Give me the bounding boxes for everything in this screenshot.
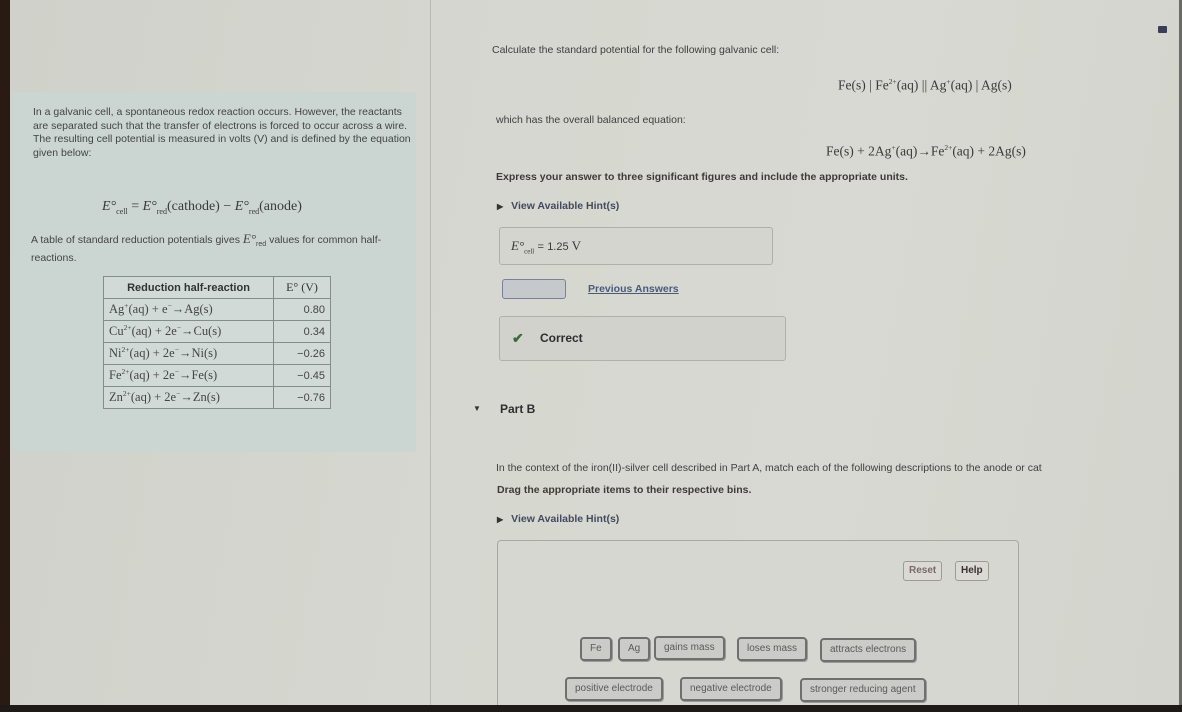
intro-panel: In a galvanic cell, a spontaneous redox … (12, 92, 416, 452)
help-button[interactable]: Help (955, 561, 989, 581)
part-b-title[interactable]: Part B (500, 402, 535, 416)
drag-item-negative-electrode[interactable]: negative electrode (680, 677, 782, 701)
header-half-reaction: Reduction half-reaction (103, 276, 274, 299)
cell-potential-formula: E°cell = E°red(cathode) − E°red(anode) (102, 199, 302, 216)
drag-item-loses-mass[interactable]: loses mass (737, 637, 808, 661)
table-row: Zn2+(aq) + 2e−→Zn(s) −0.76 (103, 386, 331, 409)
screen-bezel-left (0, 0, 10, 712)
table-row: Ni2+(aq) + 2e−→Ni(s) −0.26 (103, 342, 331, 365)
part-a-prompt: Calculate the standard potential for the… (492, 44, 780, 56)
potential-value: 0.34 (273, 320, 331, 343)
part-a-hint-link[interactable]: ▶ View Available Hint(s) (497, 200, 619, 212)
reduction-potentials-table: Reduction half-reaction E° (V) Ag+(aq) +… (103, 276, 331, 409)
half-reaction: Ag+(aq) + e−→Ag(s) (103, 298, 274, 321)
balanced-equation: Fe(s) + 2Ag+(aq)→Fe2+(aq) + 2Ag(s) (826, 143, 1026, 159)
header-potential: E° (V) (273, 276, 331, 299)
caret-right-icon: ▶ (497, 515, 504, 524)
feedback-correct: ✔ Correct (499, 316, 786, 361)
table-row: Fe2+(aq) + 2e−→Fe(s) −0.45 (103, 364, 331, 387)
potential-value: −0.45 (273, 364, 331, 387)
collapse-caret-icon[interactable]: ▼ (473, 404, 481, 413)
answer-value: 1.25 (547, 241, 569, 253)
intro-paragraph: In a galvanic cell, a spontaneous redox … (33, 106, 411, 159)
part-b-prompt: In the context of the iron(II)-silver ce… (496, 462, 1042, 474)
screen-bezel-bottom (0, 705, 1182, 712)
cell-notation: Fe(s) | Fe2+(aq) || Ag+(aq) | Ag(s) (838, 77, 1012, 93)
checkmark-icon: ✔ (512, 330, 524, 346)
table-row: Ag+(aq) + e−→Ag(s) 0.80 (103, 298, 331, 321)
submit-button[interactable]: Submit (502, 279, 566, 299)
drag-item-ag[interactable]: Ag (618, 637, 651, 661)
potential-value: −0.76 (273, 386, 331, 409)
answer-instruction: Express your answer to three significant… (496, 171, 908, 183)
potential-value: −0.26 (273, 342, 331, 365)
half-reaction: Cu2+(aq) + 2e−→Cu(s) (103, 320, 274, 343)
half-reaction: Ni2+(aq) + 2e−→Ni(s) (103, 342, 274, 365)
answer-unit: V (571, 238, 582, 253)
half-reaction: Fe2+(aq) + 2e−→Fe(s) (103, 364, 274, 387)
column-divider (430, 0, 431, 705)
caret-right-icon: ▶ (497, 202, 504, 211)
table-intro-text: A table of standard reduction potentials… (31, 231, 382, 264)
previous-answers-link[interactable]: Previous Answers (588, 283, 679, 295)
half-reaction: Zn2+(aq) + 2e−→Zn(s) (103, 386, 274, 409)
drag-item-fe[interactable]: Fe (580, 637, 612, 661)
window-control-icon[interactable] (1158, 26, 1167, 33)
answer-display: E°cell = 1.25 V (499, 227, 773, 265)
potential-value: 0.80 (273, 298, 331, 321)
feedback-label: Correct (540, 331, 583, 345)
drag-item-positive-electrode[interactable]: positive electrode (565, 677, 663, 701)
drag-item-attracts-electrons[interactable]: attracts electrons (820, 638, 917, 662)
table-header-row: Reduction half-reaction E° (V) (103, 276, 331, 299)
part-b-hint-link[interactable]: ▶ View Available Hint(s) (497, 513, 619, 525)
reset-button[interactable]: Reset (903, 561, 943, 581)
drag-item-stronger-reducing-agent[interactable]: stronger reducing agent (800, 678, 926, 702)
table-row: Cu2+(aq) + 2e−→Cu(s) 0.34 (103, 320, 331, 343)
balanced-equation-intro: which has the overall balanced equation: (496, 114, 686, 126)
drag-item-gains-mass[interactable]: gains mass (654, 636, 725, 660)
drag-instruction: Drag the appropriate items to their resp… (497, 484, 752, 496)
